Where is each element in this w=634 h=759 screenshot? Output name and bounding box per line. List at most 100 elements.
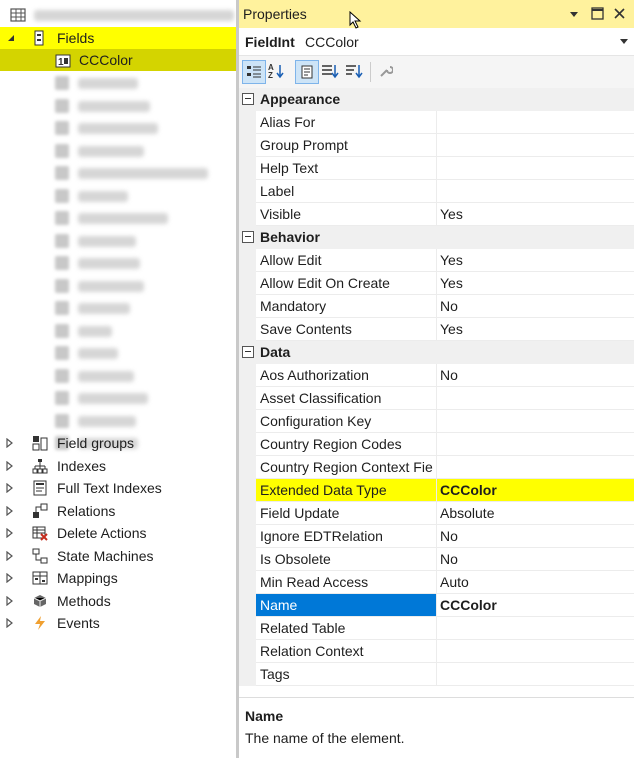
property-name[interactable]: Label — [256, 180, 437, 203]
property-name[interactable]: Group Prompt — [256, 134, 437, 157]
property-value[interactable] — [437, 663, 634, 686]
property-name[interactable]: Alias For — [256, 111, 437, 134]
property-name[interactable]: Relation Context — [256, 640, 437, 663]
chevron-right-icon[interactable] — [5, 573, 15, 583]
property-row-extended-data-type[interactable]: Extended Data Type CCColor — [239, 479, 634, 502]
property-name[interactable]: Asset Classification — [256, 387, 437, 410]
property-name[interactable]: Aos Authorization — [256, 364, 437, 387]
settings-button[interactable] — [375, 60, 397, 82]
property-name[interactable]: Min Read Access — [256, 571, 437, 594]
property-row-label[interactable]: Label — [239, 180, 634, 203]
tree-item-field-blurred[interactable] — [0, 410, 238, 432]
property-value[interactable] — [437, 157, 634, 180]
tree-item-delete-actions[interactable]: Delete Actions — [0, 522, 238, 544]
property-value[interactable] — [437, 111, 634, 134]
category-appearance[interactable]: Appearance — [239, 88, 634, 111]
property-name[interactable]: Ignore EDTRelation — [256, 525, 437, 548]
property-value[interactable]: CCColor — [437, 479, 634, 502]
tree-item-field-blurred[interactable] — [0, 252, 238, 274]
tree-root-row[interactable] — [0, 4, 238, 26]
property-row-country-region-codes[interactable]: Country Region Codes — [239, 433, 634, 456]
property-row-visible[interactable]: Visible Yes — [239, 203, 634, 226]
property-name[interactable]: Tags — [256, 663, 437, 686]
property-value[interactable]: No — [437, 525, 634, 548]
chevron-right-icon[interactable] — [5, 483, 15, 493]
property-name[interactable]: Country Region Context Fie — [256, 456, 437, 479]
property-name[interactable]: Visible — [256, 203, 437, 226]
property-row-asset-classification[interactable]: Asset Classification — [239, 387, 634, 410]
chevron-right-icon[interactable] — [5, 528, 15, 538]
tree-item-state-machines[interactable]: State Machines — [0, 545, 238, 567]
property-value[interactable] — [437, 180, 634, 203]
tree-item-field-groups[interactable]: Field groups — [0, 432, 238, 454]
property-value[interactable]: Auto — [437, 571, 634, 594]
chevron-right-icon[interactable] — [5, 505, 15, 516]
dropdown-arrow-icon[interactable] — [569, 10, 579, 18]
property-row-help-text[interactable]: Help Text — [239, 157, 634, 180]
tree-item-field-blurred[interactable] — [0, 72, 238, 94]
property-name[interactable]: Allow Edit On Create — [256, 272, 437, 295]
tree-item-methods[interactable]: Methods — [0, 590, 238, 612]
property-name[interactable]: Related Table — [256, 617, 437, 640]
tree-item-field-blurred[interactable] — [0, 117, 238, 139]
property-row-aos-authorization[interactable]: Aos Authorization No — [239, 364, 634, 387]
sort-button[interactable] — [343, 60, 365, 82]
tree-item-field-blurred[interactable] — [0, 342, 238, 364]
chevron-right-icon[interactable] — [5, 460, 15, 471]
property-row-group-prompt[interactable]: Group Prompt — [239, 134, 634, 157]
tree-item-field-blurred[interactable] — [0, 185, 238, 207]
chevron-right-icon[interactable] — [5, 595, 15, 606]
property-row-allow-edit-on-create[interactable]: Allow Edit On Create Yes — [239, 272, 634, 295]
tree-item-mappings[interactable]: Mappings — [0, 567, 238, 589]
property-row-allow-edit[interactable]: Allow Edit Yes — [239, 249, 634, 272]
property-value[interactable]: Yes — [437, 249, 634, 272]
collapse-icon[interactable] — [242, 346, 254, 358]
property-row-configuration-key[interactable]: Configuration Key — [239, 410, 634, 433]
tree-item-field-blurred[interactable] — [0, 320, 238, 342]
tree-item-relations[interactable]: Relations — [0, 500, 238, 522]
tree-item-cccolor[interactable]: 1 CCColor — [0, 49, 238, 71]
property-value[interactable] — [437, 387, 634, 410]
expand-all-button[interactable] — [319, 60, 341, 82]
property-row-min-read-access[interactable]: Min Read Access Auto — [239, 571, 634, 594]
chevron-expanded-icon[interactable] — [6, 33, 16, 43]
property-row-is-obsolete[interactable]: Is Obsolete No — [239, 548, 634, 571]
alphabetical-button[interactable]: AZ — [266, 60, 288, 82]
property-row-name[interactable]: Name CCColor — [239, 594, 634, 617]
property-value[interactable]: Yes — [437, 203, 634, 226]
property-row-relation-context[interactable]: Relation Context — [239, 640, 634, 663]
property-row-alias-for[interactable]: Alias For — [239, 111, 634, 134]
object-selector[interactable]: FieldInt CCColor — [239, 29, 634, 56]
collapse-icon[interactable] — [242, 93, 254, 105]
property-row-tags[interactable]: Tags — [239, 663, 634, 686]
property-value[interactable]: No — [437, 548, 634, 571]
property-value[interactable] — [437, 410, 634, 433]
close-icon[interactable] — [613, 7, 626, 20]
property-value[interactable] — [437, 617, 634, 640]
tree-item-field-blurred[interactable] — [0, 95, 238, 117]
property-value[interactable] — [437, 456, 634, 479]
chevron-right-icon[interactable] — [5, 618, 15, 628]
tree-item-events[interactable]: Events — [0, 612, 238, 634]
property-name[interactable]: Allow Edit — [256, 249, 437, 272]
property-name[interactable]: Help Text — [256, 157, 437, 180]
tree-item-field-blurred[interactable] — [0, 140, 238, 162]
property-value[interactable]: Yes — [437, 318, 634, 341]
property-name[interactable]: Configuration Key — [256, 410, 437, 433]
property-row-related-table[interactable]: Related Table — [239, 617, 634, 640]
property-name[interactable]: Name — [256, 594, 437, 617]
property-name[interactable]: Is Obsolete — [256, 548, 437, 571]
categorized-button[interactable] — [242, 60, 266, 84]
property-value[interactable] — [437, 433, 634, 456]
properties-view-button[interactable] — [295, 60, 319, 84]
chevron-down-icon[interactable] — [620, 39, 628, 45]
property-row-ignore-edtrelation[interactable]: Ignore EDTRelation No — [239, 525, 634, 548]
property-row-country-region-context-fie[interactable]: Country Region Context Fie — [239, 456, 634, 479]
properties-title-bar[interactable]: Properties — [239, 0, 634, 29]
property-name[interactable]: Field Update — [256, 502, 437, 525]
property-value[interactable]: No — [437, 295, 634, 318]
tree-item-field-blurred[interactable] — [0, 162, 238, 184]
tree-item-field-blurred[interactable] — [0, 275, 238, 297]
property-name[interactable]: Extended Data Type — [256, 479, 437, 502]
property-value[interactable]: CCColor — [437, 594, 634, 617]
